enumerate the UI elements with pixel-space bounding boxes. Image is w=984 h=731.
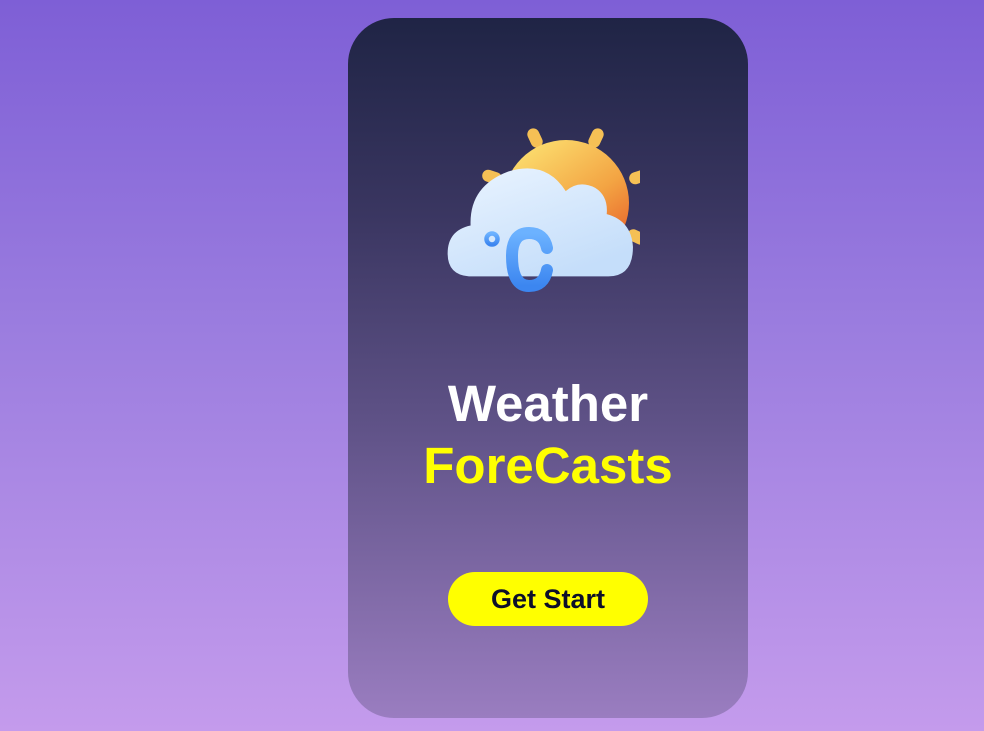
sun-cloud-celsius-icon: [447, 128, 640, 293]
weather-illustration: [444, 108, 640, 313]
onboarding-card: Weather ForeCasts Get Start: [348, 18, 748, 718]
get-start-button[interactable]: Get Start: [448, 572, 648, 626]
title-weather: Weather: [447, 375, 649, 432]
title-forecasts: ForeCasts: [423, 437, 673, 494]
app-title: Weather ForeCasts: [348, 373, 748, 497]
